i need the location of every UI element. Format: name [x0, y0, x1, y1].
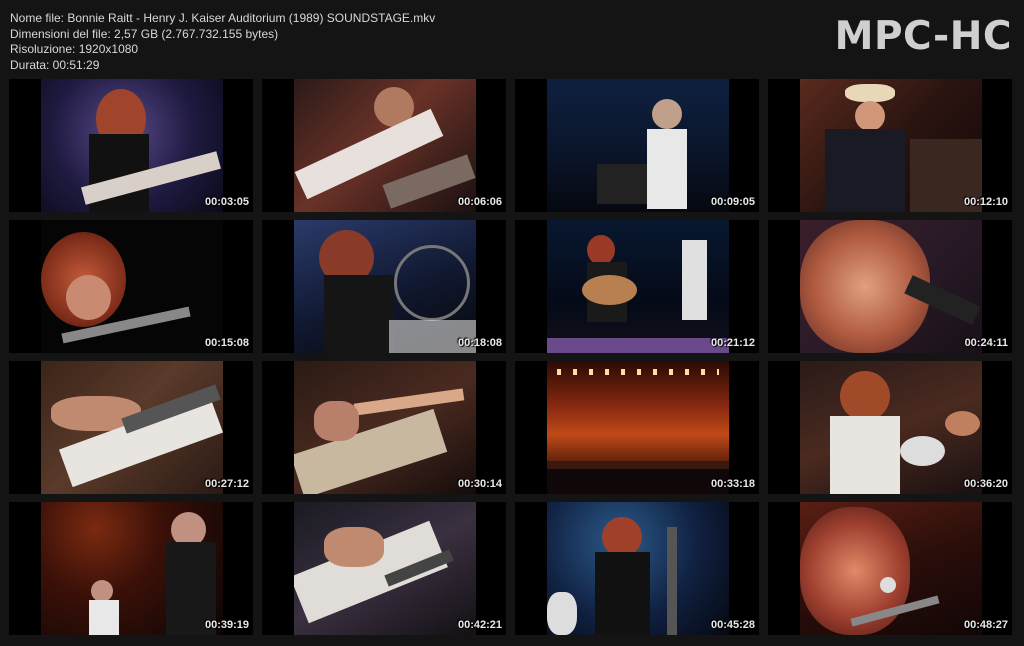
thumbnail[interactable]: 00:27:12: [9, 361, 253, 494]
thumbnail-timestamp: 00:18:08: [457, 337, 502, 349]
thumbnail[interactable]: 00:03:05: [9, 79, 253, 212]
thumbnail[interactable]: 00:48:27: [768, 502, 1012, 635]
thumbnail[interactable]: 00:45:28: [515, 502, 759, 635]
thumbnail-timestamp: 00:48:27: [963, 619, 1008, 631]
thumbnail[interactable]: 00:09:05: [515, 79, 759, 212]
thumbnail-timestamp: 00:36:20: [963, 478, 1008, 490]
thumbnail-timestamp: 00:33:18: [710, 478, 755, 490]
thumbnail[interactable]: 00:30:14: [262, 361, 506, 494]
thumbnail[interactable]: 00:18:08: [262, 220, 506, 353]
thumbnail[interactable]: 00:24:11: [768, 220, 1012, 353]
thumbnail-timestamp: 00:27:12: [204, 478, 249, 490]
thumbnail[interactable]: 00:06:06: [262, 79, 506, 212]
thumbnail-timestamp: 00:42:21: [457, 619, 502, 631]
thumbnail[interactable]: 00:33:18: [515, 361, 759, 494]
thumbnail[interactable]: 00:15:08: [9, 220, 253, 353]
thumbnail-timestamp: 00:39:19: [204, 619, 249, 631]
thumbnail-timestamp: 00:03:05: [204, 196, 249, 208]
thumbnail-timestamp: 00:45:28: [710, 619, 755, 631]
thumbnail-timestamp: 00:30:14: [457, 478, 502, 490]
thumbnail-timestamp: 00:21:12: [710, 337, 755, 349]
thumbnail-timestamp: 00:09:05: [710, 196, 755, 208]
thumbnail-timestamp: 00:12:10: [963, 196, 1008, 208]
file-size-line: Dimensioni del file: 2,57 GB (2.767.732.…: [10, 26, 279, 41]
thumbnail[interactable]: 00:21:12: [515, 220, 759, 353]
thumbnail-timestamp: 00:15:08: [204, 337, 249, 349]
thumbnail-timestamp: 00:06:06: [457, 196, 502, 208]
thumbnail-grid: 00:03:05 00:06:06 00:09:05 00:12:10 00:1…: [9, 79, 1017, 635]
mpc-hc-logo: MPC-HC: [834, 14, 1012, 59]
resolution-line: Risoluzione: 1920x1080: [10, 42, 139, 56]
thumbnail[interactable]: 00:39:19: [9, 502, 253, 635]
thumbnail[interactable]: 00:12:10: [768, 79, 1012, 212]
thumbnail[interactable]: 00:42:21: [262, 502, 506, 635]
duration-line: Durata: 00:51:29: [10, 57, 100, 72]
file-info: Nome file: Bonnie Raitt - Henry J. Kaise…: [10, 11, 435, 73]
file-name-line: Nome file: Bonnie Raitt - Henry J. Kaise…: [10, 11, 436, 25]
thumbnail[interactable]: 00:36:20: [768, 361, 1012, 494]
thumbnail-timestamp: 00:24:11: [964, 337, 1008, 349]
